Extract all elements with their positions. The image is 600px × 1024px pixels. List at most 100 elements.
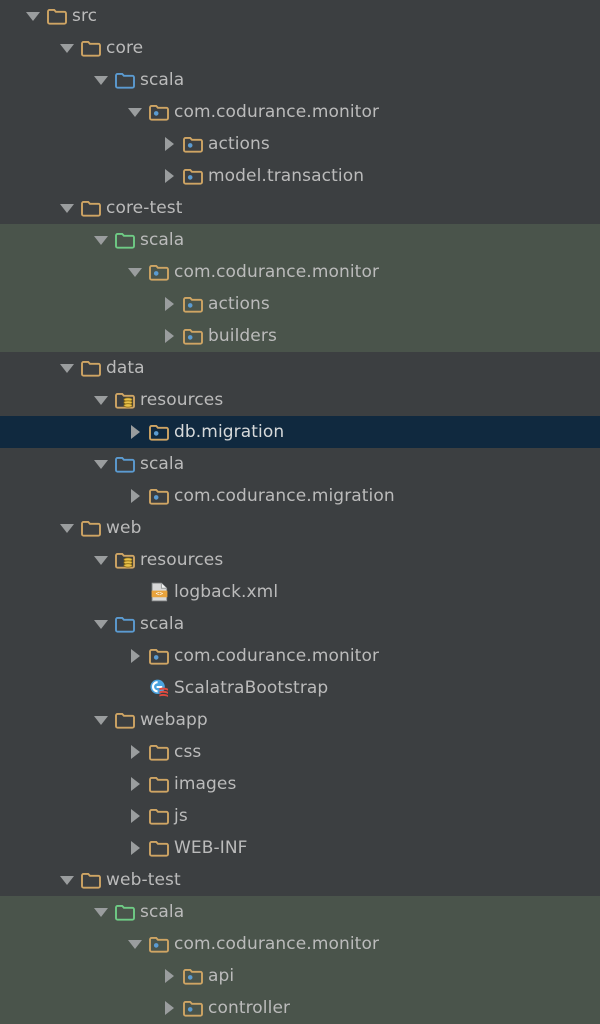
- tree-row[interactable]: controller: [0, 992, 600, 1024]
- chevron-down-icon[interactable]: [88, 64, 114, 96]
- tree-row-label: scala: [140, 454, 185, 474]
- chevron-right-icon[interactable]: [122, 640, 148, 672]
- tree-row[interactable]: com.codurance.migration: [0, 480, 600, 512]
- tree-row-label: scala: [140, 902, 185, 922]
- tree-row[interactable]: js: [0, 800, 600, 832]
- tree-row-label: resources: [140, 390, 224, 410]
- tree-row[interactable]: api: [0, 960, 600, 992]
- tree-row[interactable]: resources: [0, 384, 600, 416]
- chevron-right-icon[interactable]: [122, 832, 148, 864]
- chevron-right-icon[interactable]: [122, 416, 148, 448]
- tree-row[interactable]: com.codurance.monitor: [0, 256, 600, 288]
- tree-row[interactable]: com.codurance.monitor: [0, 96, 600, 128]
- tree-row[interactable]: web-test: [0, 864, 600, 896]
- tree-row[interactable]: model.transaction: [0, 160, 600, 192]
- tree-row[interactable]: scala: [0, 448, 600, 480]
- tree-row-label: actions: [208, 294, 270, 314]
- folder-plain-icon: [148, 736, 170, 768]
- tree-row-label: resources: [140, 550, 224, 570]
- folder-plain-icon: [80, 32, 102, 64]
- tree-row[interactable]: <> logback.xml: [0, 576, 600, 608]
- chevron-right-icon[interactable]: [156, 128, 182, 160]
- chevron-right-icon[interactable]: [122, 736, 148, 768]
- chevron-down-icon[interactable]: [122, 256, 148, 288]
- folder-sources-root-icon: [114, 448, 136, 480]
- tree-row[interactable]: webapp: [0, 704, 600, 736]
- chevron-down-icon[interactable]: [88, 896, 114, 928]
- folder-test-root-icon: [114, 224, 136, 256]
- project-tree[interactable]: src core scala com.codurance.monitor act…: [0, 0, 600, 1024]
- chevron-right-icon[interactable]: [156, 320, 182, 352]
- tree-row-label: webapp: [140, 710, 208, 730]
- folder-package-icon: [182, 320, 204, 352]
- tree-row[interactable]: web: [0, 512, 600, 544]
- tree-row[interactable]: scala: [0, 608, 600, 640]
- chevron-down-icon[interactable]: [122, 928, 148, 960]
- chevron-right-icon[interactable]: [122, 800, 148, 832]
- chevron-down-icon[interactable]: [54, 32, 80, 64]
- tree-row[interactable]: ScalatraBootstrap: [0, 672, 600, 704]
- folder-plain-icon: [148, 832, 170, 864]
- tree-row[interactable]: com.codurance.monitor: [0, 928, 600, 960]
- tree-row-label: actions: [208, 134, 270, 154]
- folder-package-icon: [148, 480, 170, 512]
- chevron-down-icon[interactable]: [54, 192, 80, 224]
- tree-row[interactable]: core: [0, 32, 600, 64]
- folder-resources-icon: [114, 544, 136, 576]
- tree-row-label: com.codurance.monitor: [174, 262, 380, 282]
- chevron-down-icon[interactable]: [88, 448, 114, 480]
- chevron-right-icon[interactable]: [156, 288, 182, 320]
- tree-row[interactable]: com.codurance.monitor: [0, 640, 600, 672]
- tree-row[interactable]: css: [0, 736, 600, 768]
- folder-sources-root-icon: [114, 64, 136, 96]
- chevron-right-icon[interactable]: [156, 960, 182, 992]
- tree-row[interactable]: scala: [0, 64, 600, 96]
- chevron-down-icon[interactable]: [88, 704, 114, 736]
- chevron-down-icon[interactable]: [88, 224, 114, 256]
- chevron-down-icon[interactable]: [54, 512, 80, 544]
- folder-plain-icon: [46, 0, 68, 32]
- chevron-down-icon[interactable]: [88, 384, 114, 416]
- tree-row[interactable]: resources: [0, 544, 600, 576]
- folder-resources-icon: [114, 384, 136, 416]
- tree-row[interactable]: data: [0, 352, 600, 384]
- tree-row[interactable]: core-test: [0, 192, 600, 224]
- chevron-down-icon[interactable]: [20, 0, 46, 32]
- tree-row[interactable]: images: [0, 768, 600, 800]
- tree-row[interactable]: actions: [0, 128, 600, 160]
- chevron-down-icon[interactable]: [54, 352, 80, 384]
- tree-row[interactable]: builders: [0, 320, 600, 352]
- chevron-down-icon[interactable]: [88, 608, 114, 640]
- tree-row[interactable]: src: [0, 0, 600, 32]
- chevron-right-icon[interactable]: [122, 768, 148, 800]
- folder-package-icon: [148, 96, 170, 128]
- tree-row-label: api: [208, 966, 235, 986]
- chevron-right-icon[interactable]: [156, 160, 182, 192]
- tree-row-label: web-test: [106, 870, 181, 890]
- tree-row[interactable]: scala: [0, 224, 600, 256]
- tree-row[interactable]: db.migration: [0, 416, 600, 448]
- chevron-down-icon[interactable]: [122, 96, 148, 128]
- tree-row[interactable]: WEB-INF: [0, 832, 600, 864]
- chevron-down-icon[interactable]: [88, 544, 114, 576]
- chevron-down-icon[interactable]: [54, 864, 80, 896]
- chevron-right-icon[interactable]: [122, 480, 148, 512]
- tree-row-label: model.transaction: [208, 166, 365, 186]
- tree-row[interactable]: actions: [0, 288, 600, 320]
- chevron-right-icon[interactable]: [156, 992, 182, 1024]
- tree-row-label: com.codurance.migration: [174, 486, 395, 506]
- tree-row[interactable]: scala: [0, 896, 600, 928]
